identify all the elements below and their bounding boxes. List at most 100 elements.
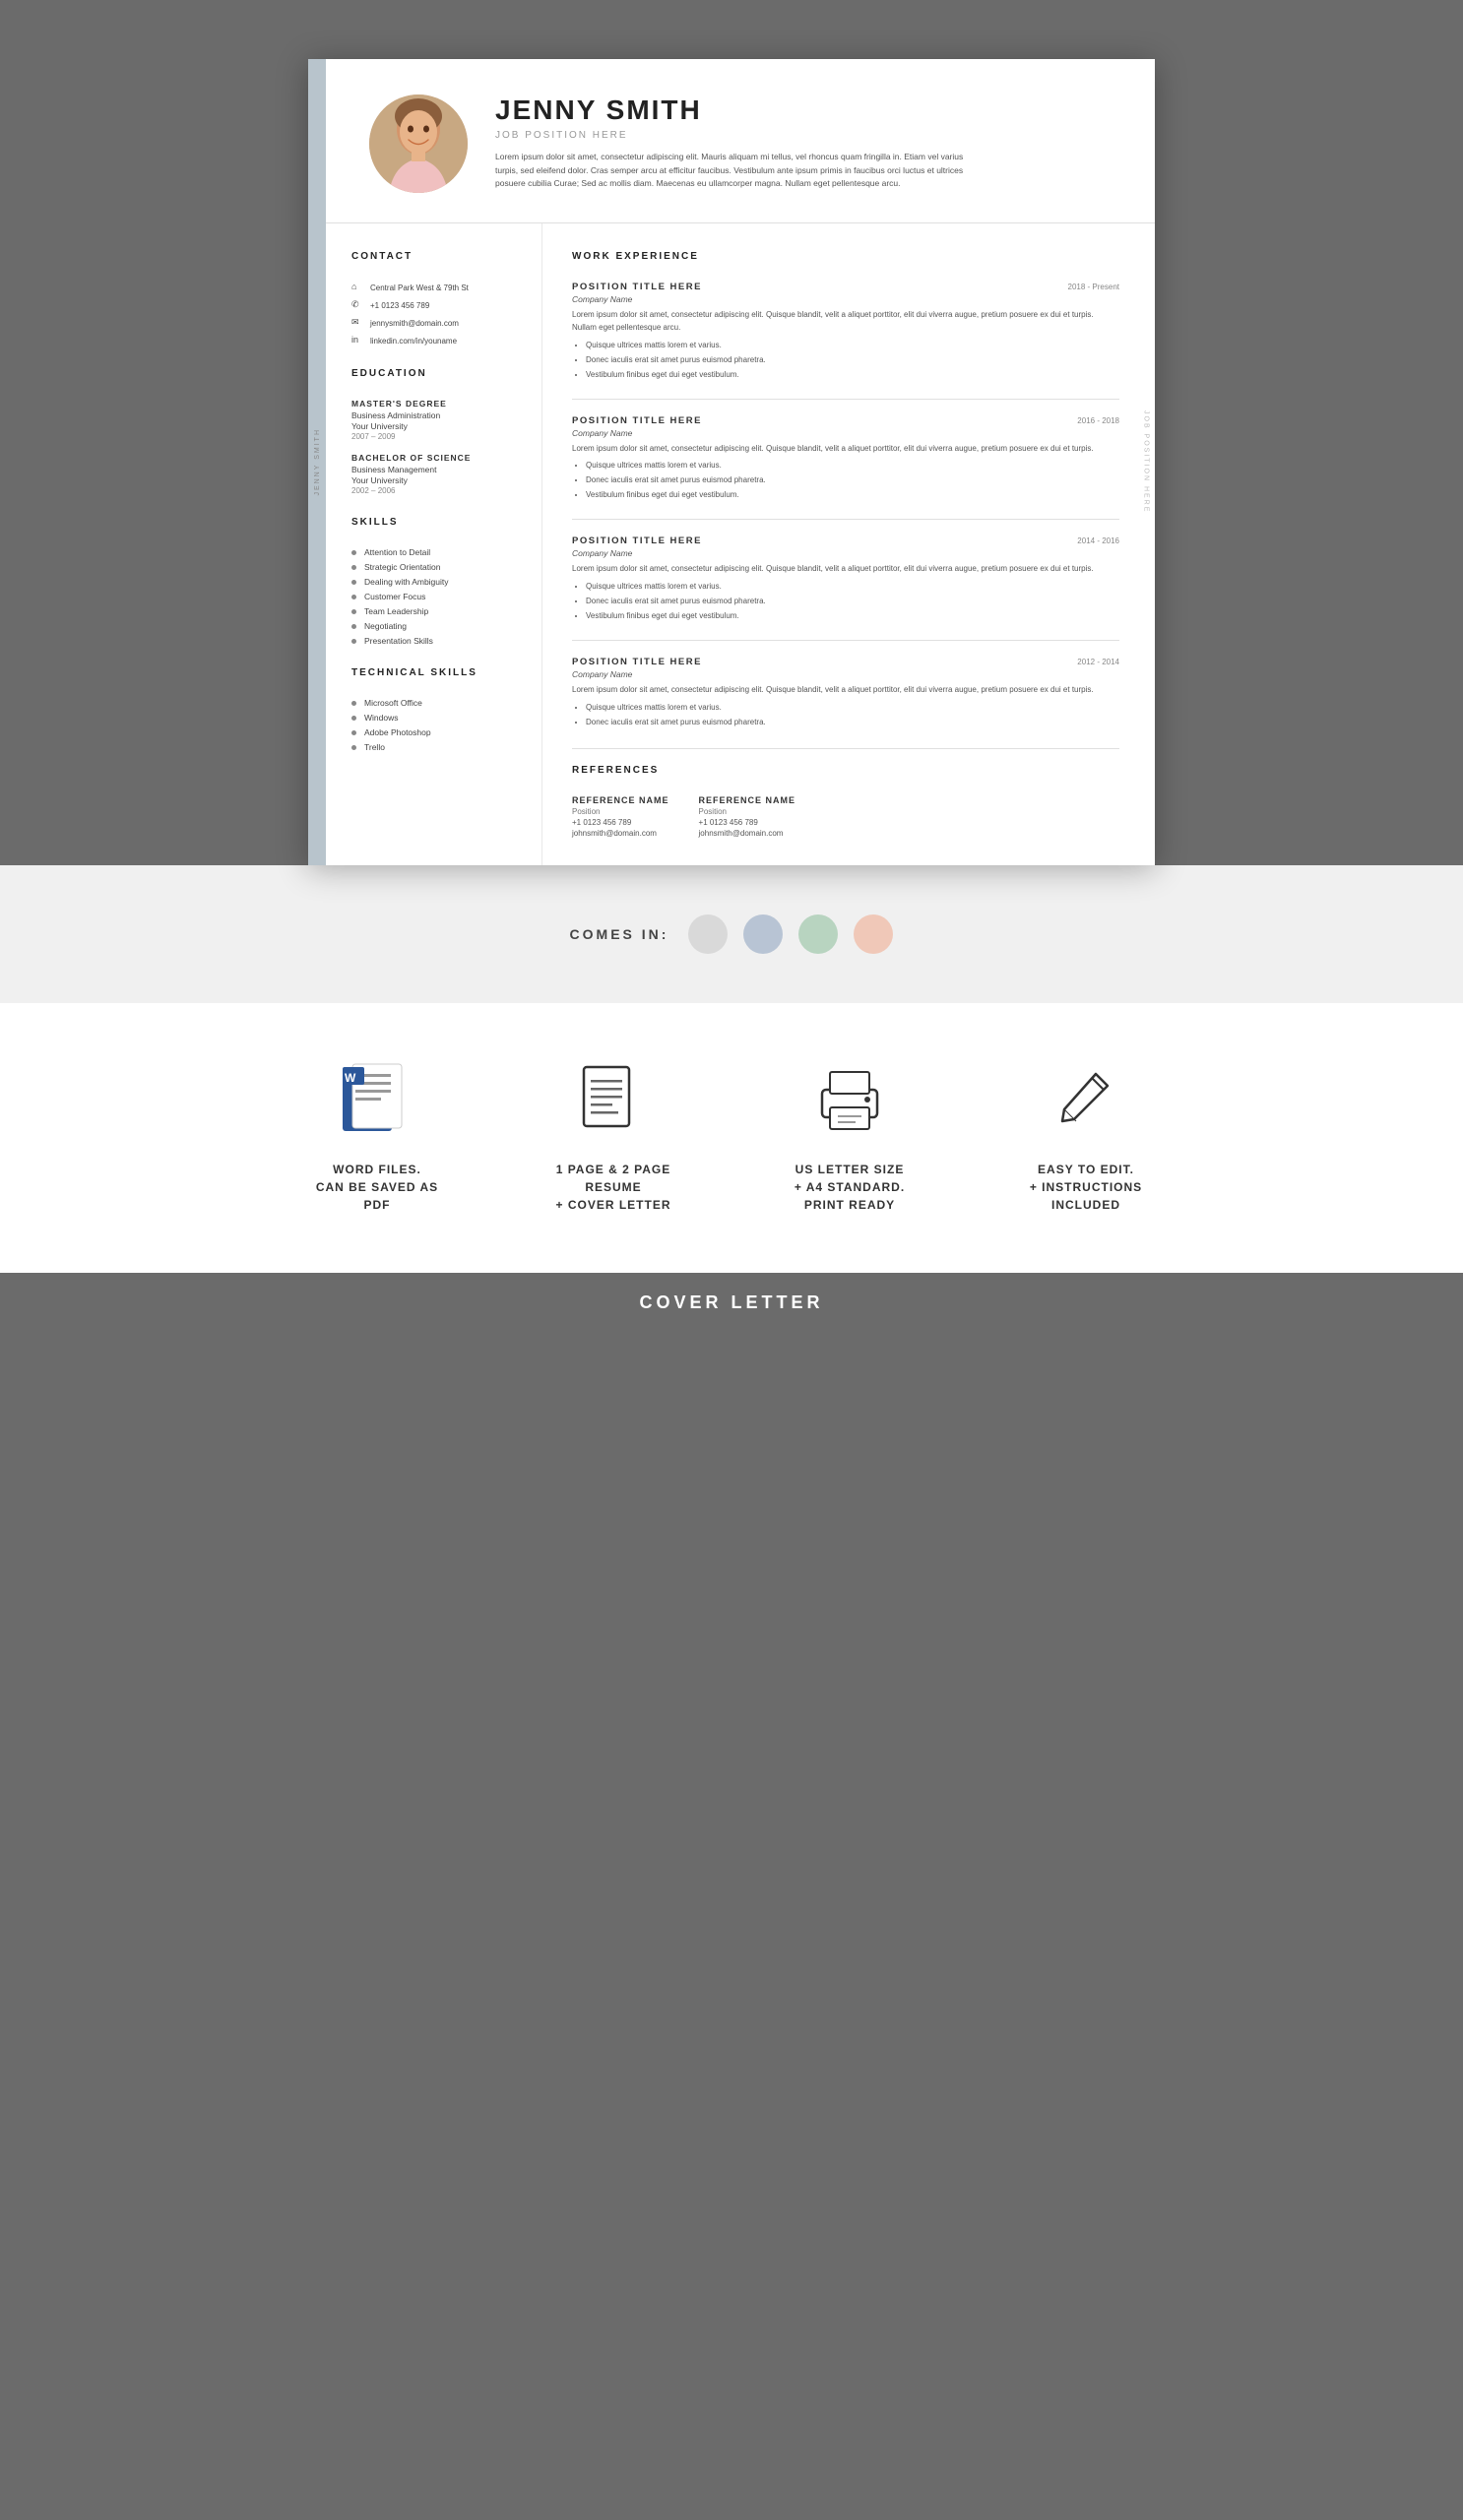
comes-in-section: COMES IN: xyxy=(0,865,1463,1003)
bullet-icon xyxy=(351,609,356,614)
features-section: W WORD FILES.CAN BE SAVED ASPDF 1 PAGE &… xyxy=(0,1003,1463,1273)
work-company: Company Name xyxy=(572,294,1119,304)
sidebar-left-text: Jenny Smith xyxy=(314,428,321,496)
svg-text:W: W xyxy=(345,1071,356,1085)
work-title: POSITION TITLE HERE xyxy=(572,536,702,546)
profile-photo xyxy=(369,94,468,193)
bullet-icon xyxy=(351,716,356,721)
color-swatch xyxy=(798,914,838,954)
degree-2-field: Business Management xyxy=(351,465,522,474)
tech-skills-list: Microsoft OfficeWindowsAdobe PhotoshopTr… xyxy=(351,698,522,752)
ref-name: REFERENCE NAME xyxy=(572,795,669,805)
work-item: POSITION TITLE HERE 2014 - 2016 Company … xyxy=(572,519,1119,622)
work-item: POSITION TITLE HERE 2016 - 2018 Company … xyxy=(572,399,1119,502)
skills-section-title: SKILLS xyxy=(351,517,522,534)
bullet-icon xyxy=(351,595,356,599)
work-desc: Lorem ipsum dolor sit amet, consectetur … xyxy=(572,309,1119,335)
skill-item: Attention to Detail xyxy=(351,547,522,557)
page-background: Jenny Smith Job Position Here xyxy=(0,0,1463,1372)
feature-title-word: WORD FILES.CAN BE SAVED ASPDF xyxy=(316,1161,438,1214)
cover-letter-text: COVER LETTER xyxy=(639,1292,823,1313)
ref-phone: +1 0123 456 789 xyxy=(572,818,669,827)
feature-icon-pages xyxy=(574,1062,653,1141)
work-header: POSITION TITLE HERE 2016 - 2018 xyxy=(572,415,1119,426)
work-years: 2012 - 2014 xyxy=(1077,658,1119,666)
degree-2: BACHELOR OF SCIENCE Business Management … xyxy=(351,453,522,495)
degree-1: MASTER'S DEGREE Business Administration … xyxy=(351,399,522,441)
color-swatch xyxy=(688,914,728,954)
contact-email: ✉ jennysmith@domain.com xyxy=(351,317,522,329)
contact-address-text: Central Park West & 79th St xyxy=(370,284,469,292)
cover-letter-section: COVER LETTER xyxy=(0,1273,1463,1333)
skill-item: Presentation Skills xyxy=(351,636,522,646)
education-degrees: MASTER'S DEGREE Business Administration … xyxy=(351,399,522,495)
work-desc: Lorem ipsum dolor sit amet, consectetur … xyxy=(572,684,1119,697)
technical-skills-section: TECHNICAL SKILLS Microsoft OfficeWindows… xyxy=(351,667,522,752)
skill-item: Strategic Orientation xyxy=(351,562,522,572)
skill-item: Customer Focus xyxy=(351,592,522,601)
references-section-title: REFERENCES xyxy=(572,765,1119,782)
education-section-title: EDUCATION xyxy=(351,368,522,385)
contact-email-text: jennysmith@domain.com xyxy=(370,319,459,328)
skills-section: SKILLS Attention to Detail Strategic Orie… xyxy=(351,517,522,646)
work-header: POSITION TITLE HERE 2012 - 2014 xyxy=(572,657,1119,667)
skill-item: Dealing with Ambiguity xyxy=(351,577,522,587)
contact-section-title: CONTACT xyxy=(351,251,522,268)
degree-1-years: 2007 – 2009 xyxy=(351,432,522,441)
reference-item: REFERENCE NAME Position +1 0123 456 789 … xyxy=(572,795,669,838)
work-years: 2016 - 2018 xyxy=(1077,416,1119,425)
bullet-icon xyxy=(351,745,356,750)
tech-section-title: TECHNICAL SKILLS xyxy=(351,667,522,684)
bullet-icon xyxy=(351,624,356,629)
bullet-icon xyxy=(351,565,356,570)
header-info: JENNY SMITH JOB POSITION HERE Lorem ipsu… xyxy=(495,94,1115,191)
references-grid: REFERENCE NAME Position +1 0123 456 789 … xyxy=(572,795,1119,838)
sidebar-right-strip: Job Position Here xyxy=(1137,59,1155,865)
work-bullets: Quisque ultrices mattis lorem et varius.… xyxy=(572,460,1119,501)
work-title: POSITION TITLE HERE xyxy=(572,657,702,667)
work-years: 2018 - Present xyxy=(1068,283,1119,291)
skill-item: Team Leadership xyxy=(351,606,522,616)
degree-1-university: Your University xyxy=(351,421,522,431)
contact-address: ⌂ Central Park West & 79th St xyxy=(351,282,522,293)
ref-phone: +1 0123 456 789 xyxy=(699,818,796,827)
work-desc: Lorem ipsum dolor sit amet, consectetur … xyxy=(572,443,1119,456)
resume-card: Jenny Smith Job Position Here xyxy=(308,59,1155,865)
work-item: POSITION TITLE HERE 2012 - 2014 Company … xyxy=(572,640,1119,728)
ref-name: REFERENCE NAME xyxy=(699,795,796,805)
feature-icon-edit xyxy=(1047,1062,1125,1141)
feature-title-print: US LETTER SIZE+ A4 STANDARD.PRINT READY xyxy=(795,1161,905,1214)
work-header: POSITION TITLE HERE 2018 - Present xyxy=(572,282,1119,292)
work-title: POSITION TITLE HERE xyxy=(572,415,702,426)
work-years: 2014 - 2016 xyxy=(1077,536,1119,545)
tech-skill-item: Adobe Photoshop xyxy=(351,727,522,737)
bullet-icon xyxy=(351,639,356,644)
header-summary: Lorem ipsum dolor sit amet, consectetur … xyxy=(495,151,968,191)
ref-email: johnsmith@domain.com xyxy=(572,829,669,838)
contact-linkedin-text: linkedin.com/in/youname xyxy=(370,337,457,346)
contact-linkedin: in linkedin.com/in/youname xyxy=(351,335,522,346)
tech-skill-item: Microsoft Office xyxy=(351,698,522,708)
skills-list: Attention to Detail Strategic Orientation… xyxy=(351,547,522,646)
sidebar-right-text: Job Position Here xyxy=(1143,410,1150,513)
degree-2-university: Your University xyxy=(351,475,522,485)
contact-phone: ✆ +1 0123 456 789 xyxy=(351,299,522,311)
ref-email: johnsmith@domain.com xyxy=(699,829,796,838)
degree-1-field: Business Administration xyxy=(351,410,522,420)
work-bullets: Quisque ultrices mattis lorem et varius.… xyxy=(572,340,1119,381)
ref-position: Position xyxy=(699,807,796,816)
header-name: JENNY SMITH xyxy=(495,94,1115,126)
email-icon: ✉ xyxy=(351,317,363,329)
bullet-icon xyxy=(351,550,356,555)
sidebar-left-strip: Jenny Smith xyxy=(308,59,326,865)
contact-phone-text: +1 0123 456 789 xyxy=(370,301,429,310)
work-bullets: Quisque ultrices mattis lorem et varius.… xyxy=(572,581,1119,622)
feature-print: US LETTER SIZE+ A4 STANDARD.PRINT READY xyxy=(761,1062,938,1214)
feature-title-pages: 1 PAGE & 2 PAGERESUME+ COVER LETTER xyxy=(555,1161,670,1214)
work-company: Company Name xyxy=(572,669,1119,679)
feature-edit: EASY TO EDIT.+ INSTRUCTIONSINCLUDED xyxy=(997,1062,1175,1214)
work-desc: Lorem ipsum dolor sit amet, consectetur … xyxy=(572,563,1119,576)
color-swatches xyxy=(688,914,893,954)
bullet-icon xyxy=(351,730,356,735)
feature-icon-word: W xyxy=(338,1062,416,1141)
